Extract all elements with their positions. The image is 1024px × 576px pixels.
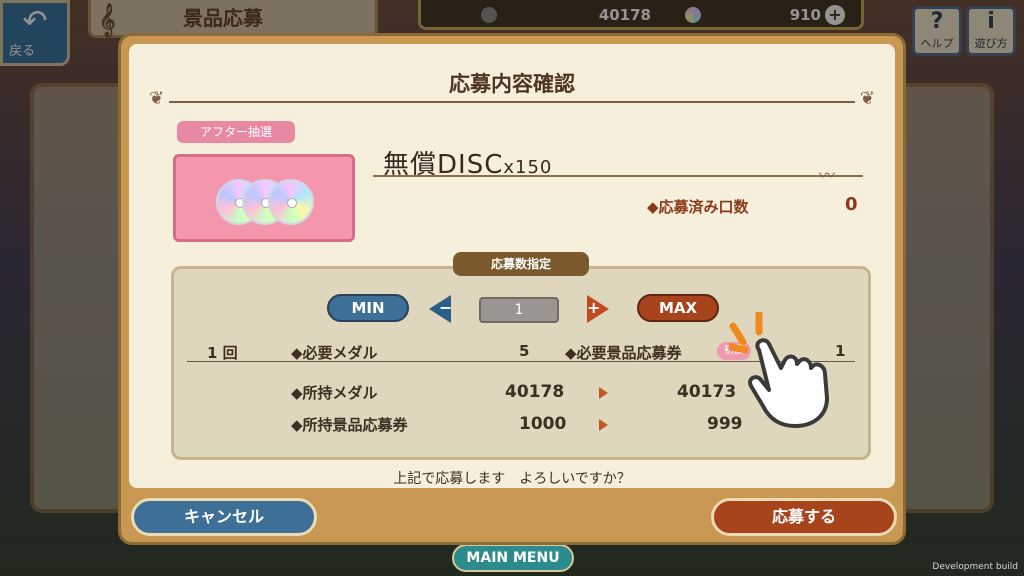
prize-image bbox=[173, 154, 355, 242]
max-button[interactable]: MAX bbox=[637, 294, 719, 322]
cancel-button[interactable]: キャンセル bbox=[131, 498, 317, 536]
flourish-icon: 〰 bbox=[819, 166, 836, 185]
owned-medal-after: 40173 bbox=[677, 382, 737, 402]
owned-ticket-label: ◆所持景品応募券 bbox=[291, 416, 408, 434]
applied-count-value: 0 bbox=[845, 194, 858, 215]
disc-icon bbox=[268, 179, 314, 225]
quantity-panel-tag: 応募数指定 bbox=[453, 252, 589, 276]
dialog-title: 応募内容確認 bbox=[449, 72, 575, 96]
title-divider bbox=[169, 101, 855, 103]
category-tag: アフター抽選 bbox=[177, 121, 295, 143]
arrow-right-icon bbox=[599, 419, 608, 431]
required-ticket-label: ◆必要景品応募券 bbox=[565, 344, 682, 362]
min-button[interactable]: MIN bbox=[327, 294, 409, 322]
owned-ticket-before: 1000 bbox=[519, 414, 567, 434]
owned-medal-label: ◆所持メダル bbox=[291, 384, 378, 402]
watermark: Development build bbox=[932, 562, 1018, 572]
owned-medal-before: 40178 bbox=[505, 382, 565, 402]
applied-count-label: ◆応募済み口数 bbox=[647, 198, 749, 216]
minus-icon: − bbox=[439, 298, 453, 317]
prize-divider bbox=[373, 175, 863, 177]
confirm-message: 上記で応募します よろしいですか？ bbox=[393, 471, 631, 487]
main-menu-button[interactable]: MAIN MENU bbox=[452, 544, 574, 572]
required-medal-label: ◆必要メダル bbox=[291, 344, 378, 362]
apply-button[interactable]: 応募する bbox=[711, 498, 897, 536]
times-label: 1 回 bbox=[207, 344, 238, 362]
tap-hint-hand-icon bbox=[729, 312, 829, 428]
required-medal-value: 5 bbox=[519, 342, 530, 360]
plus-icon: + bbox=[587, 298, 601, 317]
quantity-field[interactable]: 1 bbox=[479, 297, 559, 323]
arrow-right-icon bbox=[599, 387, 608, 399]
confirm-dialog: ❦ ❦ 応募内容確認 アフター抽選 無償DISCx150 〰 ◆応募済み口数 0… bbox=[118, 33, 906, 545]
dialog-body: ❦ ❦ 応募内容確認 アフター抽選 無償DISCx150 〰 ◆応募済み口数 0… bbox=[129, 44, 895, 488]
